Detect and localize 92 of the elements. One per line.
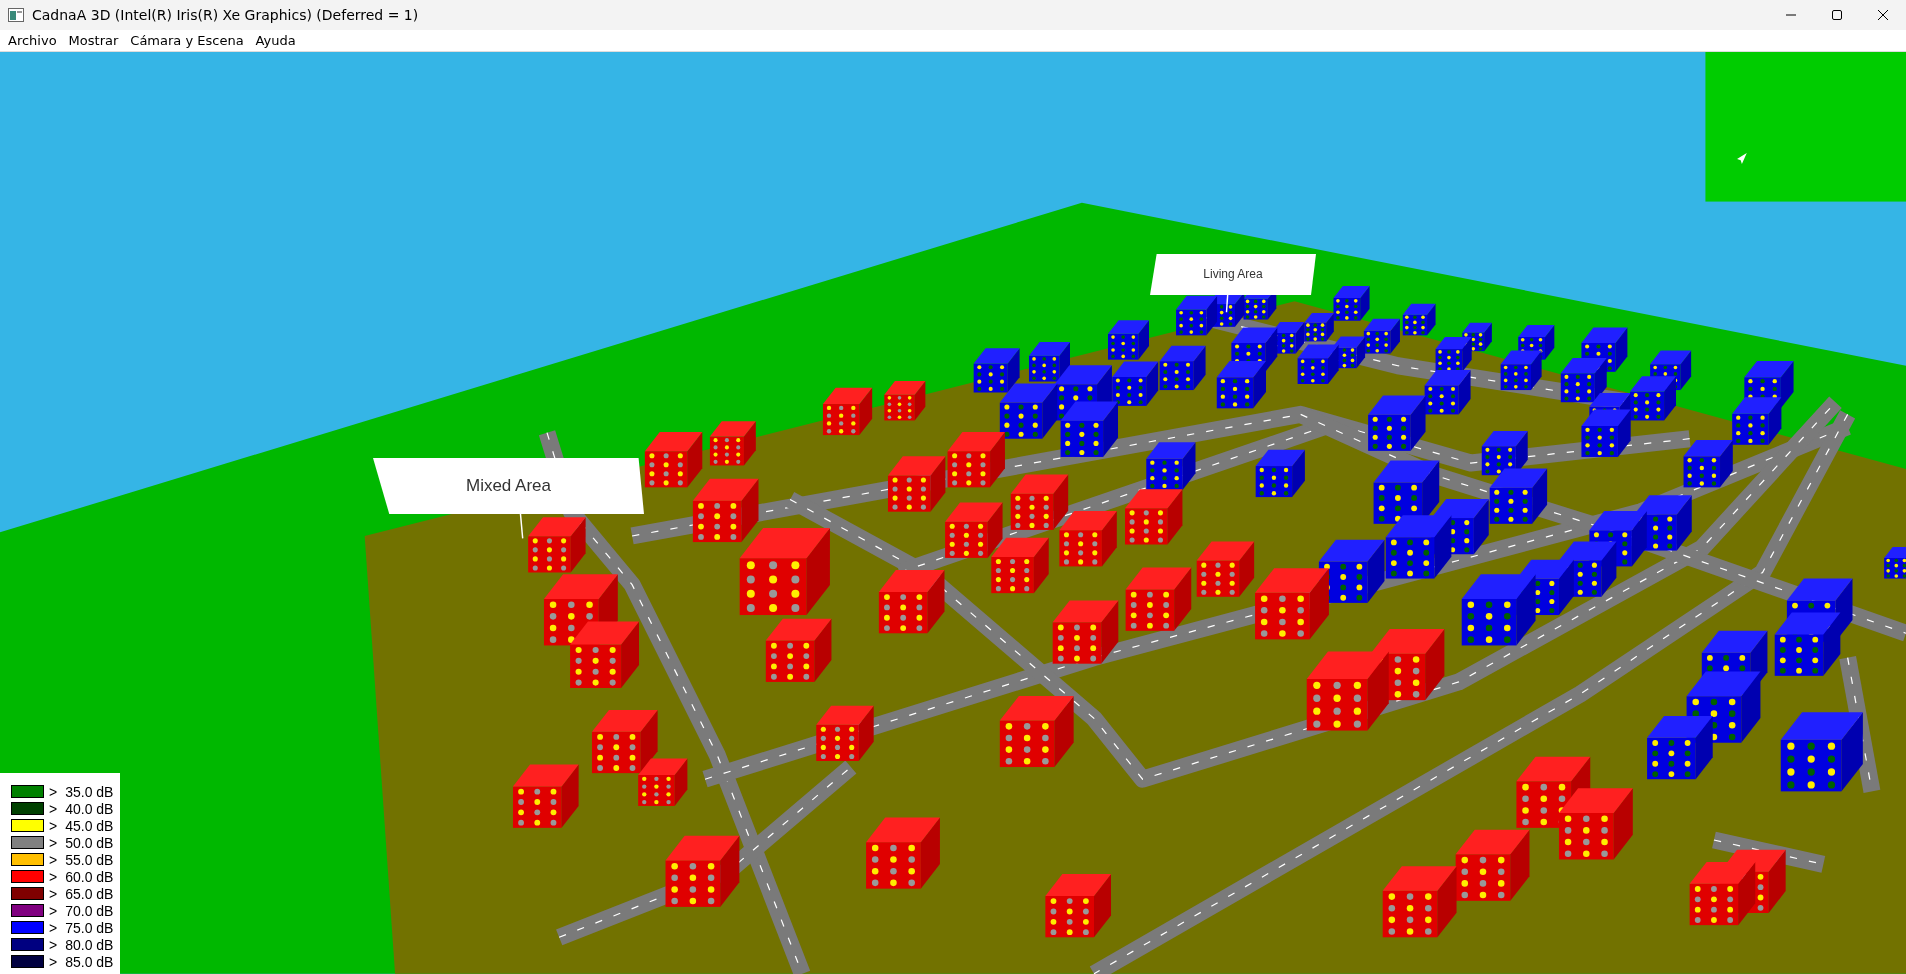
legend-symbol: > [49,885,58,902]
window-title: CadnaA 3D (Intel(R) Iris(R) Xe Graphics) (Deferred = 1) [32,7,420,23]
building [878,570,945,634]
building [1159,345,1206,391]
building [1402,303,1436,336]
legend-label: 40.0 dB [65,800,114,817]
legend-symbol: > [49,851,58,868]
building [1125,489,1183,545]
building [999,383,1058,439]
legend-label: 60.0 dB [65,868,114,885]
building [973,348,1020,393]
menu-item[interactable]: Cámara y Escena [124,33,250,48]
building [1297,344,1339,384]
building [1112,361,1159,406]
building [1683,439,1733,488]
building [947,432,1005,488]
legend-symbol: > [49,953,58,970]
building [945,502,1003,558]
legend-label: 55.0 dB [65,851,114,868]
building [1581,409,1631,457]
building [1304,312,1334,342]
building [816,705,874,761]
legend-symbol: > [49,868,58,885]
building [638,758,688,806]
legend-label: 80.0 dB [65,936,114,953]
building [709,421,756,466]
building [1774,612,1841,676]
building [1560,357,1607,403]
building [644,432,703,488]
legend-symbol: > [49,783,58,800]
building [887,456,946,512]
building [1028,342,1070,382]
building [570,621,639,688]
building [1368,395,1426,451]
building [1196,541,1255,597]
building [1060,401,1118,457]
maximize-icon [1831,9,1843,21]
building [1689,861,1756,926]
area-label: Mixed Area [373,458,644,514]
legend-symbol: > [49,902,58,919]
close-icon [1877,9,1889,21]
building [1424,370,1471,415]
legend-label: 75.0 dB [65,919,114,936]
legend-symbol: > [49,800,58,817]
building [1010,474,1069,530]
building [1176,295,1218,336]
building [1385,515,1452,579]
building [884,380,926,421]
building [1125,567,1192,631]
building [1489,468,1548,524]
building [1333,285,1370,321]
building [991,537,1049,594]
building [1146,442,1196,490]
legend-label: 50.0 dB [65,834,114,851]
label-pole [1225,293,1229,313]
building [1318,539,1385,603]
building [692,478,759,543]
building [1647,715,1713,780]
building [1045,874,1111,938]
building [1363,318,1400,354]
building [1500,350,1542,391]
building [592,709,658,774]
legend-label: 85.0 dB [65,953,114,970]
app-icon [8,8,24,22]
legend-label: 65.0 dB [65,885,114,902]
building [528,517,586,573]
legend-symbol: > [49,834,58,851]
building [1481,430,1528,476]
building [1255,449,1305,498]
building [1216,360,1266,409]
building [1732,397,1782,445]
menu-item[interactable]: Mostrar [62,33,125,48]
legend-label: 70.0 dB [65,902,114,919]
building [1059,511,1117,567]
legend-symbol: > [49,919,58,936]
building [1884,546,1906,579]
area-label: Living Area [1150,254,1316,295]
building [822,387,873,436]
camera-pointer-icon [1737,152,1747,164]
building [1108,320,1149,360]
legend-symbol: > [49,936,58,953]
legend-label: 45.0 dB [65,817,114,834]
legend-label: 35.0 dB [65,783,114,800]
building [765,618,832,682]
building [1373,460,1440,524]
building [1630,376,1676,421]
menu-item[interactable]: Archivo [2,33,63,48]
menu-item[interactable]: Ayuda [249,33,302,48]
building [1052,600,1119,664]
legend-symbol: > [49,817,58,834]
building [512,764,579,828]
building [1435,337,1472,372]
